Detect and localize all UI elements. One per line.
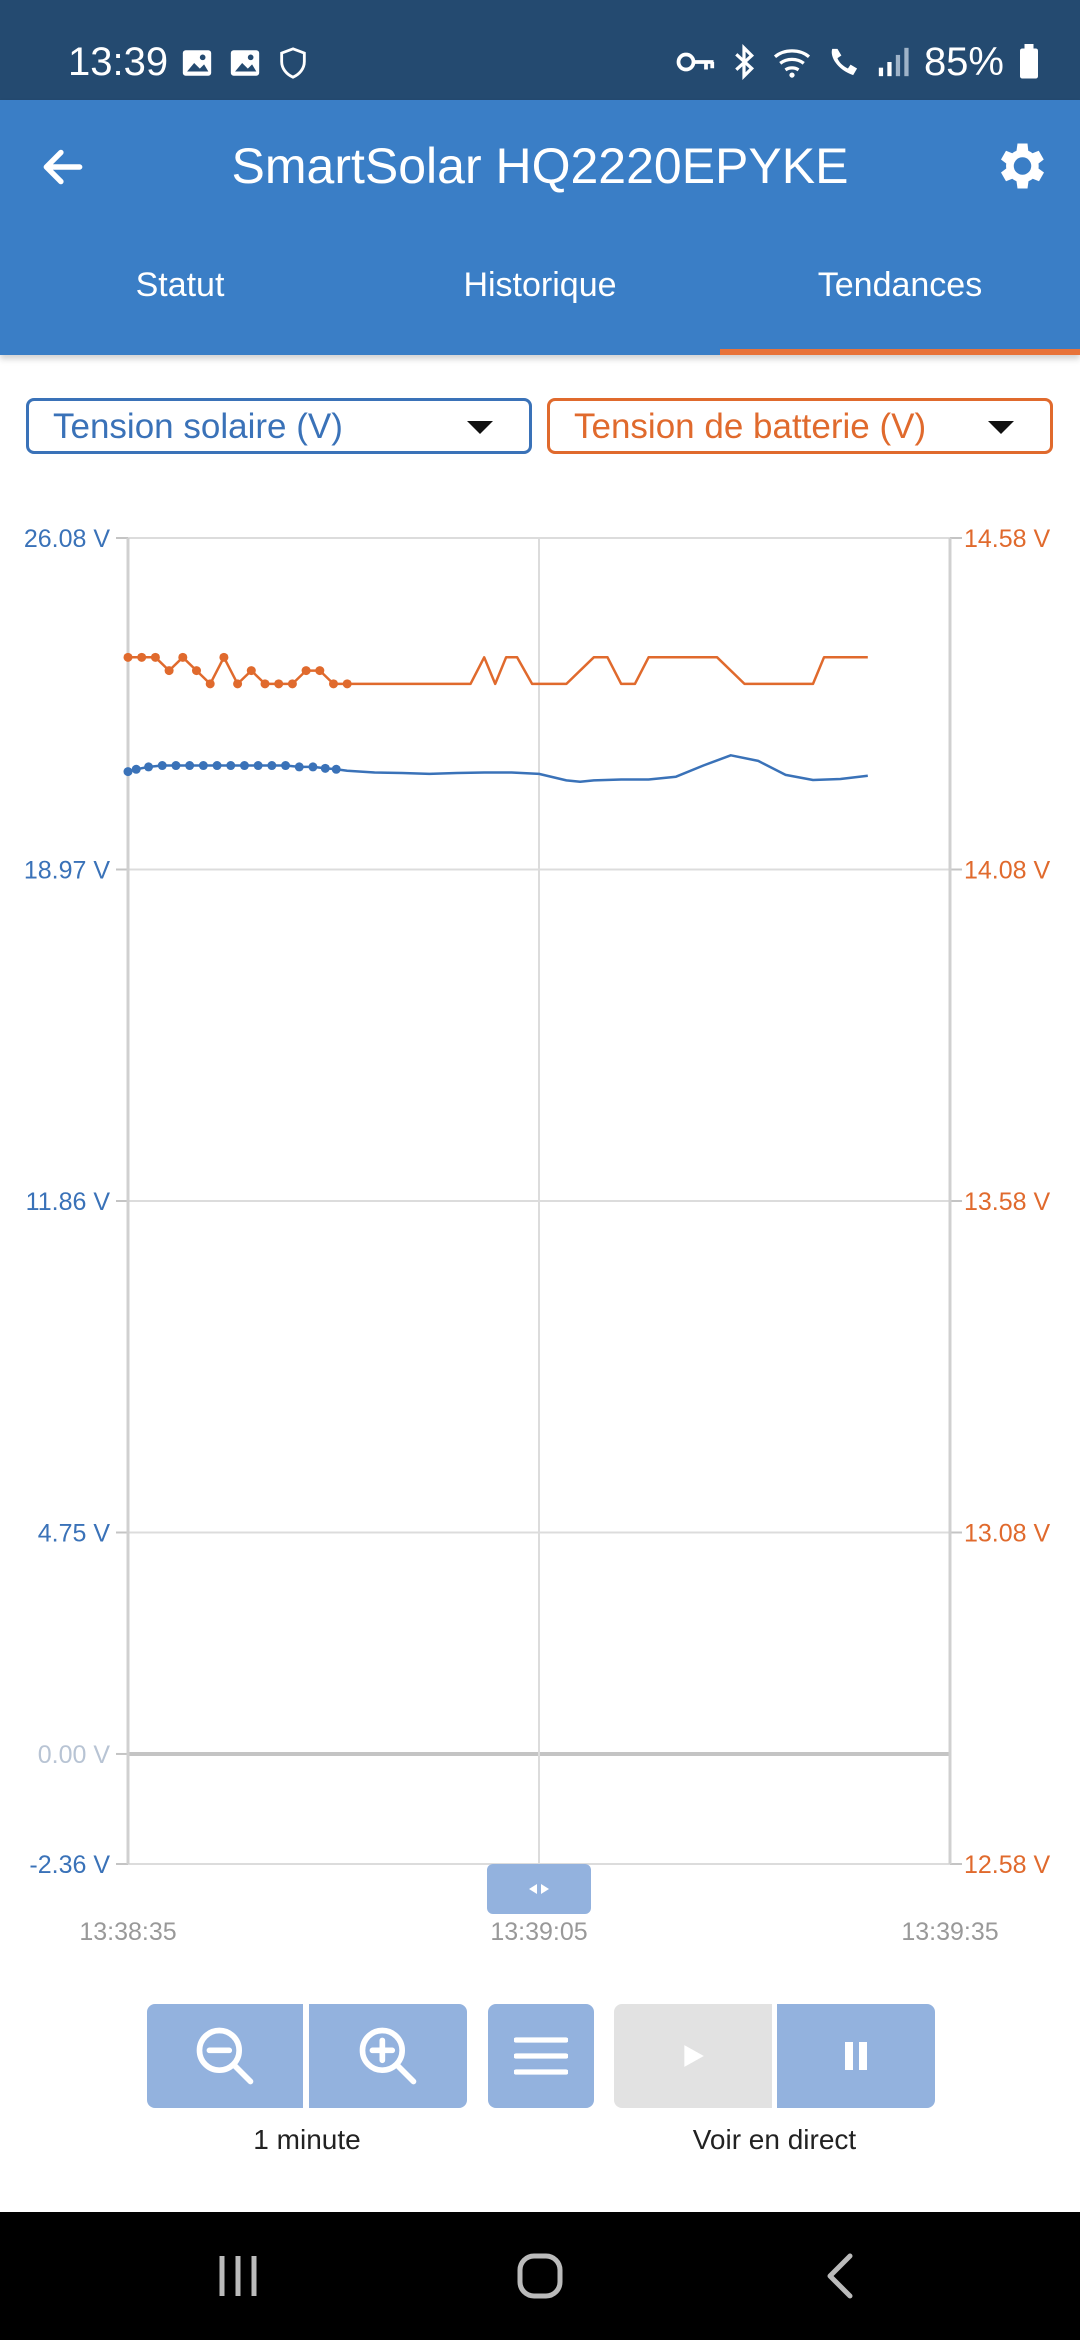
data-point (233, 679, 243, 689)
data-point (131, 764, 141, 774)
data-point (253, 761, 263, 771)
left-series-selector[interactable]: Tension solaire (V) (26, 398, 532, 454)
data-point (178, 652, 188, 662)
x-axis-tick-label: 13:39:05 (490, 1918, 587, 1946)
right-axis-tick-label: 14.58 V (964, 525, 1051, 553)
wifi-icon (773, 49, 811, 78)
right-axis-tick-label: 13.58 V (964, 1188, 1051, 1216)
data-point (212, 761, 222, 771)
status-time: 13:39 (68, 40, 169, 84)
data-point (294, 762, 304, 772)
data-point (192, 666, 201, 676)
right-series-label: Tension de batterie (V) (574, 407, 927, 446)
zoom-in-button[interactable] (309, 2004, 467, 2108)
data-point (246, 666, 256, 676)
data-point (198, 761, 208, 771)
x-axis-tick-label: 13:39:35 (901, 1918, 998, 1946)
data-point (137, 652, 147, 662)
left-axis-tick-label: 0.00 V (38, 1741, 111, 1769)
data-point (267, 761, 277, 771)
right-series-selector[interactable]: Tension de batterie (V) (547, 398, 1053, 454)
data-point (329, 679, 338, 689)
gallery-icon (182, 50, 212, 76)
left-axis-tick-label: -2.36 V (29, 1851, 110, 1879)
right-axis-tick-label: 12.58 V (964, 1851, 1051, 1879)
data-point (150, 652, 160, 662)
pause-icon (845, 2042, 867, 2070)
tab-bar: Statut Historique Tendances (0, 255, 1080, 355)
dropdown-caret-icon (467, 421, 493, 434)
app-bar: SmartSolar HQ2220EPYKE Statut Historique… (0, 100, 1080, 355)
status-left-icons (180, 46, 310, 80)
data-point (226, 761, 236, 771)
left-axis-tick-label: 4.75 V (38, 1520, 111, 1548)
pause-button[interactable] (777, 2004, 935, 2108)
data-point (308, 762, 318, 772)
trend-chart[interactable]: 26.08 V 18.97 V 11.86 V 4.75 V 0.00 V -2.36 V… (0, 500, 1080, 1980)
recents-icon[interactable] (210, 2248, 266, 2304)
signal-icon (878, 47, 909, 77)
page-title: SmartSolar HQ2220EPYKE (231, 138, 849, 194)
data-point (157, 761, 167, 771)
zoom-out-icon (196, 2027, 254, 2085)
data-point (185, 761, 195, 771)
battery-icon (1020, 44, 1038, 79)
status-right-icons: 85% (676, 38, 1040, 86)
data-point (205, 679, 215, 689)
series-line (127, 754, 868, 784)
zoom-in-icon (359, 2027, 417, 2085)
shield-icon (280, 47, 306, 79)
home-icon[interactable] (512, 2248, 568, 2304)
tab-statut[interactable]: Statut (0, 255, 360, 355)
data-point (331, 764, 341, 774)
data-point (171, 761, 181, 771)
data-point (164, 666, 174, 676)
data-point (315, 666, 325, 676)
play-button[interactable] (614, 2004, 772, 2108)
play-icon (684, 2045, 704, 2067)
right-axis-tick-label: 14.08 V (964, 857, 1051, 885)
data-point (287, 679, 297, 689)
left-series-label: Tension solaire (V) (53, 407, 343, 446)
data-point (342, 679, 352, 689)
data-point (123, 767, 133, 777)
chart-svg: 26.08 V 18.97 V 11.86 V 4.75 V 0.00 V -2.36 V… (24, 525, 1051, 1946)
zoom-out-button[interactable] (147, 2004, 303, 2108)
zoom-range-label: 1 minute (253, 2124, 361, 2155)
menu-icon (514, 2037, 568, 2075)
key-icon (676, 52, 715, 72)
chart-scroll-handle (487, 1864, 591, 1914)
wifi-call-icon (831, 48, 858, 76)
gallery-icon (230, 50, 260, 76)
data-point (123, 652, 133, 662)
data-point (301, 666, 311, 676)
data-point (219, 652, 229, 662)
data-point (260, 679, 270, 689)
left-axis-tick-label: 11.86 V (26, 1188, 111, 1216)
system-nav-bar (0, 2212, 1080, 2340)
left-axis-tick-label: 18.97 V (24, 857, 111, 885)
status-bar: 13:39 85% (0, 0, 1080, 100)
menu-button[interactable] (488, 2004, 594, 2108)
tab-historique[interactable]: Historique (360, 255, 720, 355)
gear-icon[interactable] (990, 136, 1050, 196)
data-point (274, 679, 284, 689)
data-point (281, 761, 291, 771)
data-point (239, 761, 249, 771)
data-point (320, 763, 330, 773)
tab-tendances[interactable]: Tendances (720, 255, 1080, 355)
dropdown-caret-icon (988, 421, 1014, 434)
back-icon[interactable] (814, 2248, 870, 2304)
x-axis-tick-label: 13:38:35 (79, 1918, 176, 1946)
data-point (144, 762, 154, 772)
right-axis-tick-label: 13.08 V (964, 1520, 1051, 1548)
live-view-label: Voir en direct (692, 2124, 857, 2155)
bluetooth-icon (735, 44, 754, 80)
left-axis-tick-label: 26.08 V (24, 525, 111, 553)
battery-percent: 85% (923, 40, 1004, 84)
